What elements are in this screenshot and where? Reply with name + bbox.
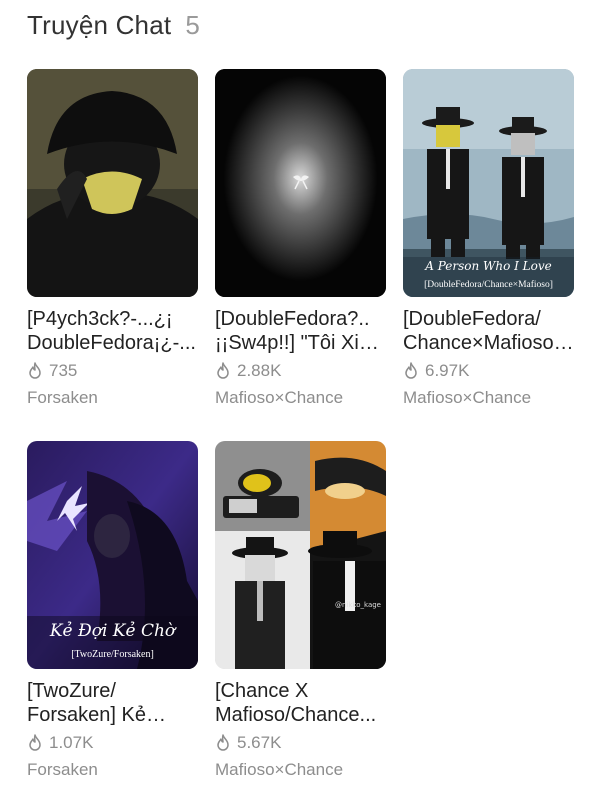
story-reads: 6.97K [403,360,574,382]
story-tag[interactable]: Forsaken [27,388,198,408]
flame-icon [217,734,229,751]
cover-subcaption: [DoubleFedora/Chance×Mafioso] [424,280,553,290]
story-card[interactable]: [P4ych3ck?-...¿¡ DoubleFedora¡¿-... 735 … [27,69,198,408]
story-title[interactable]: [Chance X Mafioso/Chance... [215,679,386,727]
story-reads: 1.07K [27,732,198,754]
story-card[interactable]: Kẻ Đợi Kẻ Chờ [TwoZure/Forsaken] [TwoZur… [27,441,198,780]
story-reads-count: 6.97K [425,361,470,380]
cover-caption: A Person Who I Love [425,259,552,273]
flame-icon [29,734,41,751]
story-card[interactable]: A Person Who I Love [DoubleFedora/Chance… [403,69,574,408]
story-cover[interactable]: Kẻ Đợi Kẻ Chờ [TwoZure/Forsaken] [27,441,198,669]
story-cover[interactable] [215,69,386,297]
story-cover[interactable]: @nikko_kage [215,441,386,669]
story-reads-count: 735 [49,361,78,380]
story-card[interactable]: @nikko_kage [Chance X Mafioso/Chance... … [215,441,386,780]
flame-icon [217,362,229,379]
story-reads-count: 1.07K [49,733,94,752]
cover-watermark: @nikko_kage [335,601,381,609]
story-reads: 5.67K [215,732,386,754]
section-count: 5 [185,10,200,40]
story-title[interactable]: [DoubleFedora/ Chance×Mafioso]... [403,307,574,355]
cover-image [27,69,198,297]
story-cover[interactable]: A Person Who I Love [DoubleFedora/Chance… [403,69,574,297]
cover-image [215,441,386,669]
section-header: Truyện Chat 5 [27,10,200,41]
flame-icon [405,362,417,379]
section-title: Truyện Chat [27,10,172,40]
story-title[interactable]: [P4ych3ck?-...¿¡ DoubleFedora¡¿-... [27,307,198,355]
story-tag[interactable]: Mafioso×Chance [215,388,386,408]
story-reads-count: 5.67K [237,733,282,752]
cover-subcaption: [TwoZure/Forsaken] [71,649,154,660]
flame-icon [29,362,41,379]
story-tag[interactable]: Forsaken [27,760,198,780]
story-card[interactable]: [DoubleFedora?.. ¡¡Sw4p!!] "Tôi Xin Lỗi.… [215,69,386,408]
story-reads-count: 2.88K [237,361,282,380]
story-tag[interactable]: Mafioso×Chance [403,388,574,408]
story-reads: 735 [27,360,198,382]
story-title[interactable]: [TwoZure/ Forsaken] Kẻ Đợi... [27,679,198,727]
story-reads: 2.88K [215,360,386,382]
story-tag[interactable]: Mafioso×Chance [215,760,386,780]
story-cover[interactable] [27,69,198,297]
cover-image [215,69,386,297]
story-title[interactable]: [DoubleFedora?.. ¡¡Sw4p!!] "Tôi Xin Lỗi.… [215,307,386,355]
cover-caption: Kẻ Đợi Kẻ Chờ [49,621,176,641]
